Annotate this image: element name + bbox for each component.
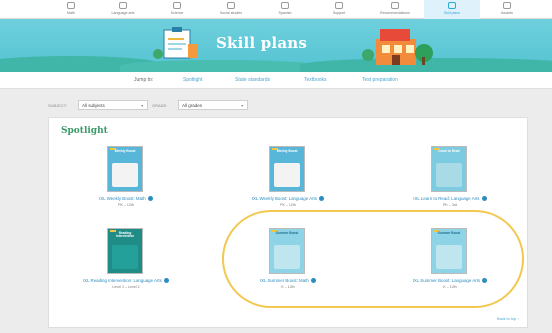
cover-art xyxy=(112,245,138,269)
jump-to-label: Jump to: xyxy=(134,77,154,83)
info-icon[interactable] xyxy=(319,196,325,202)
book-cover[interactable]: Weekly Boost xyxy=(107,146,143,192)
book-cover[interactable]: Reading Intervention xyxy=(107,228,143,274)
info-icon[interactable] xyxy=(164,278,170,284)
subject-filter-label: SUBJECT: xyxy=(48,103,67,108)
jump-link-state-standards[interactable]: State standards xyxy=(235,77,270,83)
chevron-down-icon: ▼ xyxy=(140,104,144,108)
cover-title: Summer Boost xyxy=(275,231,299,235)
cover-art xyxy=(112,163,138,187)
skill-plan-card[interactable]: Learn to Read IXL Learn to Read: Languag… xyxy=(385,146,515,216)
jump-link-textbooks[interactable]: Textbooks xyxy=(304,77,327,83)
skill-plans-banner: Skill plans xyxy=(0,19,552,72)
spotlight-panel: Spotlight Weekly Boost IXL Weekly Boost:… xyxy=(48,117,528,328)
nav-item-language-arts[interactable]: Language arts xyxy=(96,0,150,19)
cover-art xyxy=(274,245,300,269)
nav-item-science[interactable]: Science xyxy=(150,0,204,19)
globe-icon xyxy=(227,2,235,9)
spotlight-title: Spotlight xyxy=(61,126,108,136)
nav-item-support[interactable]: Support xyxy=(312,0,366,19)
skill-plan-card[interactable]: Weekly Boost IXL Weekly Boost: Math PK –… xyxy=(61,146,191,216)
school-illustration xyxy=(362,29,433,65)
subject-select[interactable]: All subjects ▼ xyxy=(78,100,148,110)
cover-art xyxy=(436,245,462,269)
nav-item-social-studies[interactable]: Social studies xyxy=(204,0,258,19)
grade-range: PK – 12th xyxy=(280,203,296,207)
book-cover[interactable]: Summer Boost xyxy=(269,228,305,274)
page-title: Skill plans xyxy=(216,34,307,52)
grade-range: K – 12th xyxy=(281,285,295,289)
info-icon[interactable] xyxy=(147,196,153,202)
cover-art xyxy=(436,163,462,187)
book-title-link[interactable]: IXL Summer Boost: Language Arts xyxy=(385,278,515,284)
cover-title: Learn to Read xyxy=(438,149,460,153)
book-title-link[interactable]: IXL Weekly Boost: Language Arts xyxy=(223,196,353,202)
grade-range: PK – 12th xyxy=(118,203,134,207)
grade-range: K – 12th xyxy=(443,285,457,289)
info-icon[interactable] xyxy=(481,196,487,202)
cover-title: Reading Intervention xyxy=(115,231,135,239)
cover-title: Summer Boost xyxy=(437,231,461,235)
book-icon xyxy=(119,2,127,9)
plan-icon xyxy=(448,2,456,9)
subject-select-value: All subjects xyxy=(82,103,105,108)
jump-to-bar: Jump to: Spotlight State standards Textb… xyxy=(0,72,552,89)
grade-select[interactable]: All grades ▼ xyxy=(178,100,248,110)
cover-art xyxy=(274,163,300,187)
info-icon[interactable] xyxy=(482,278,488,284)
nav-item-awards[interactable]: Awards xyxy=(480,0,534,19)
nav-item-spanish[interactable]: Spanish xyxy=(258,0,312,19)
skill-plan-card[interactable]: Summer Boost IXL Summer Boost: Language … xyxy=(385,228,515,298)
nav-item-math[interactable]: Math xyxy=(46,0,96,19)
book-title-link[interactable]: IXL Summer Boost: Math xyxy=(223,278,353,284)
chevron-down-icon: ▼ xyxy=(240,104,244,108)
support-icon xyxy=(335,2,343,9)
filters-bar: SUBJECT: All subjects ▼ GRADE: All grade… xyxy=(0,94,552,114)
speech-icon xyxy=(281,2,289,9)
trophy-icon xyxy=(503,2,511,9)
book-cover[interactable]: Weekly Boost xyxy=(269,146,305,192)
book-title-text: IXL Reading Intervention: Language Arts xyxy=(82,278,162,283)
book-title-link[interactable]: IXL Learn to Read: Language Arts xyxy=(385,196,515,202)
nav-item-skill-plans[interactable]: Skill plans xyxy=(424,0,480,19)
cover-title: Weekly Boost xyxy=(276,149,298,153)
clipboard-illustration xyxy=(153,27,198,59)
star-icon xyxy=(391,2,399,9)
jump-link-test-preparation[interactable]: Test preparation xyxy=(362,77,398,83)
book-cover[interactable]: Summer Boost xyxy=(431,228,467,274)
book-title-text: IXL Summer Boost: Math xyxy=(259,278,309,283)
nav-item-recommendations[interactable]: Recommendations xyxy=(366,0,424,19)
book-title-text: IXL Learn to Read: Language Arts xyxy=(413,196,480,201)
book-cover[interactable]: Learn to Read xyxy=(431,146,467,192)
back-to-top-link[interactable]: Back to top ↑ xyxy=(497,317,519,321)
jump-link-spotlight[interactable]: Spotlight xyxy=(183,77,202,83)
skill-plan-card[interactable]: Weekly Boost IXL Weekly Boost: Language … xyxy=(223,146,353,216)
grade-filter-label: GRADE: xyxy=(152,103,168,108)
math-icon xyxy=(67,2,75,9)
book-title-text: IXL Summer Boost: Language Arts xyxy=(412,278,481,283)
grade-select-value: All grades xyxy=(182,103,203,108)
top-nav: Math Language arts Science Social studie… xyxy=(0,0,552,19)
book-title-text: IXL Weekly Boost: Math xyxy=(99,196,146,201)
flask-icon xyxy=(173,2,181,9)
book-title-link[interactable]: IXL Weekly Boost: Math xyxy=(61,196,191,202)
skill-plan-card[interactable]: Summer Boost IXL Summer Boost: Math K – … xyxy=(223,228,353,298)
book-title-link[interactable]: IXL Reading Intervention: Language Arts xyxy=(61,278,191,284)
cover-title: Weekly Boost xyxy=(114,149,136,153)
skill-plan-card[interactable]: Reading Intervention IXL Reading Interve… xyxy=(61,228,191,298)
info-icon[interactable] xyxy=(311,278,317,284)
grade-range: Level 1 – Level 2 xyxy=(112,285,140,289)
book-title-text: IXL Weekly Boost: Language Arts xyxy=(251,196,317,201)
grade-range: PK – 3rd xyxy=(443,203,457,207)
